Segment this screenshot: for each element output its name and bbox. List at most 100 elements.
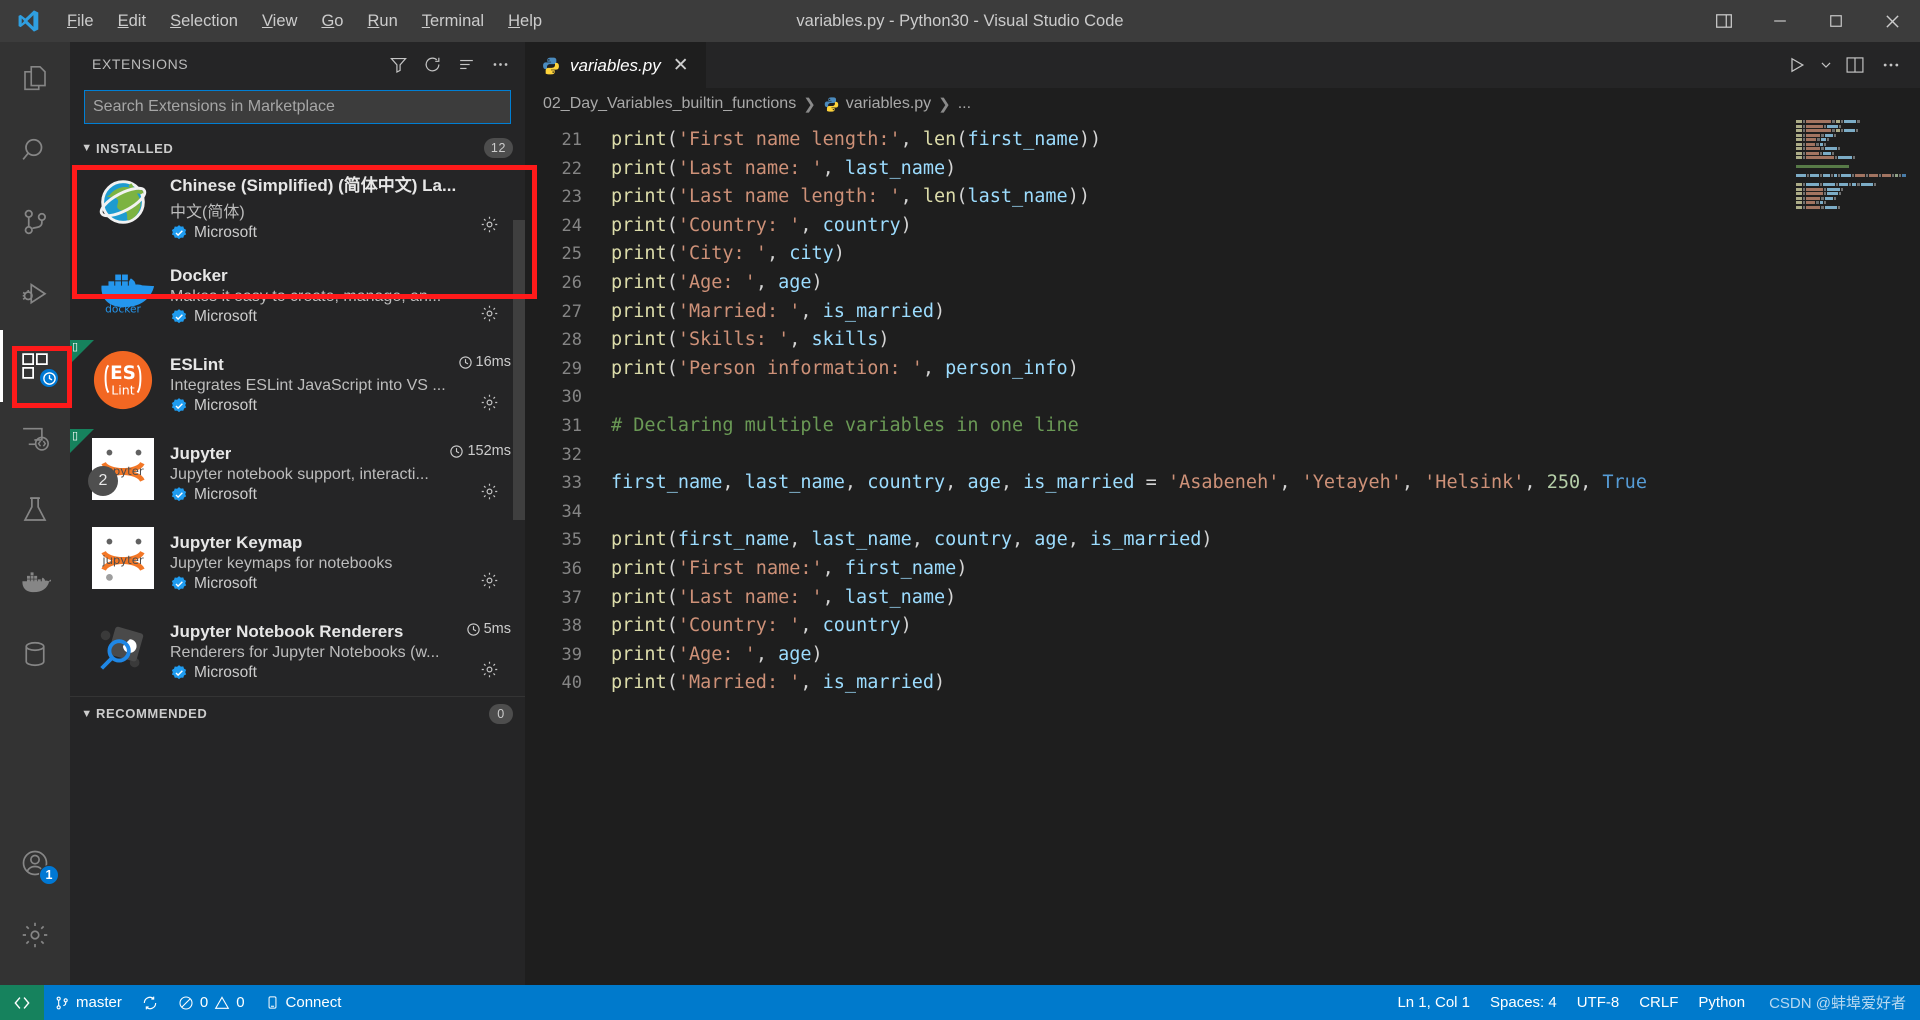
activity-item-explorer[interactable] <box>0 42 70 114</box>
code-line[interactable]: print('Country: ', country) <box>611 612 1920 641</box>
gear-icon[interactable] <box>480 393 499 417</box>
close-button[interactable] <box>1864 0 1920 42</box>
breadcrumb: 02_Day_Variables_builtin_functions ❯ var… <box>525 88 1920 120</box>
section-installed[interactable]: ▼ INSTALLED 12 <box>70 134 525 162</box>
activity-item-source-control[interactable] <box>0 186 70 258</box>
menu-go[interactable]: Go <box>310 7 354 36</box>
gear-icon[interactable] <box>480 304 499 328</box>
code-line[interactable]: # Declaring multiple variables in one li… <box>611 412 1920 441</box>
code-line[interactable]: print('First name length:', len(first_na… <box>611 126 1920 155</box>
sidebar-header: EXTENSIONS <box>70 42 525 86</box>
code-line[interactable]: first_name, last_name, country, age, is_… <box>611 469 1920 498</box>
code-token: , <box>822 586 845 608</box>
customize-layout-button[interactable] <box>1696 0 1752 42</box>
activity-item-database[interactable] <box>0 618 70 690</box>
code-line[interactable] <box>611 498 1920 527</box>
line-number: 31 <box>561 415 582 436</box>
jupyter-icon: jupyter <box>92 527 154 589</box>
sidebar-scrollbar[interactable] <box>513 220 525 520</box>
code-line[interactable] <box>611 383 1920 412</box>
gear-icon[interactable] <box>480 571 499 595</box>
code-line[interactable]: print(first_name, last_name, country, ag… <box>611 526 1920 555</box>
code-content[interactable]: print('First name length:', len(first_na… <box>599 120 1920 985</box>
code-line[interactable]: print('Last name: ', last_name) <box>611 584 1920 613</box>
list-item[interactable]: Jupyter Notebook Renderers 5ms Renderers… <box>70 607 525 696</box>
menu-terminal[interactable]: Terminal <box>411 7 495 36</box>
line-number: 30 <box>561 387 582 408</box>
activity-item-accounts[interactable]: 1 <box>0 827 70 899</box>
menu-bar[interactable]: File Edit Selection View Go Run Terminal… <box>56 7 553 36</box>
extensions-list[interactable]: Chinese (Simplified) (简体中文) La... 中文(简体)… <box>70 162 525 985</box>
status-problems[interactable]: 0 0 <box>168 985 255 1020</box>
close-icon[interactable]: ✕ <box>670 54 692 77</box>
python-icon <box>824 96 839 112</box>
activity-item-testing[interactable] <box>0 474 70 546</box>
gear-icon[interactable] <box>480 215 499 239</box>
activity-item-remote-explorer[interactable] <box>0 402 70 474</box>
activity-item-run-and-debug[interactable] <box>0 258 70 330</box>
verified-badge-icon <box>171 486 187 501</box>
code-token: is_married <box>822 672 935 694</box>
ellipsis-icon[interactable] <box>485 49 515 79</box>
status-language-mode[interactable]: Python <box>1688 994 1755 1011</box>
extension-publisher: Microsoft <box>194 574 257 592</box>
section-recommended[interactable]: ▼ RECOMMENDED 0 <box>70 696 525 730</box>
list-item[interactable]: docker Docker Makes it easy to create, m… <box>70 251 525 340</box>
gear-icon[interactable] <box>480 660 499 684</box>
menu-selection[interactable]: Selection <box>159 7 249 36</box>
menu-file[interactable]: File <box>56 7 105 36</box>
code-line[interactable]: print('City: ', city) <box>611 240 1920 269</box>
split-editor-icon[interactable] <box>1838 48 1872 82</box>
code-token: ) <box>945 586 957 608</box>
breadcrumb-folder[interactable]: 02_Day_Variables_builtin_functions <box>543 95 796 113</box>
status-encoding[interactable]: UTF-8 <box>1567 994 1630 1011</box>
code-line[interactable]: print('Age: ', age) <box>611 269 1920 298</box>
search-input[interactable] <box>84 90 511 124</box>
status-cursor-position[interactable]: Ln 1, Col 1 <box>1387 994 1480 1011</box>
status-eol[interactable]: CRLF <box>1629 994 1688 1011</box>
activity-item-manage-settings[interactable] <box>0 899 70 971</box>
breadcrumb-symbol[interactable]: ... <box>958 95 971 113</box>
activity-item-search[interactable] <box>0 114 70 186</box>
menu-view[interactable]: View <box>251 7 308 36</box>
menu-edit[interactable]: Edit <box>107 7 157 36</box>
code-line[interactable]: print('Person information: ', person_inf… <box>611 355 1920 384</box>
code-line[interactable]: print('Country: ', country) <box>611 212 1920 241</box>
code-line[interactable]: print('Age: ', age) <box>611 641 1920 670</box>
status-branch[interactable]: master <box>44 985 132 1020</box>
status-sync[interactable] <box>132 985 168 1020</box>
code-line[interactable]: print('Married: ', is_married) <box>611 669 1920 698</box>
list-item[interactable]: Chinese (Simplified) (简体中文) La... 中文(简体)… <box>70 162 525 251</box>
filter-icon[interactable] <box>383 49 413 79</box>
activity-item-docker[interactable] <box>0 546 70 618</box>
remote-window-icon[interactable] <box>0 985 44 1020</box>
chevron-down-icon[interactable] <box>1816 48 1836 82</box>
extension-title-row: ESLint 16ms <box>170 354 511 375</box>
code-line[interactable]: print('Married: ', is_married) <box>611 298 1920 327</box>
status-indentation[interactable]: Spaces: 4 <box>1480 994 1567 1011</box>
list-item[interactable]: ▯ jupyter 2 Jupyter 152ms Jupyter notebo… <box>70 429 525 518</box>
maximize-button[interactable] <box>1808 0 1864 42</box>
code-editor[interactable]: 21 22 23 24 25 26 27 28 29 30 31 32 33 34 35 36 37 38 39 40… <box>525 120 1920 985</box>
code-line[interactable] <box>611 441 1920 470</box>
verified-badge-icon <box>171 308 187 323</box>
status-connect[interactable]: Connect <box>255 985 352 1020</box>
activity-item-extensions[interactable] <box>0 330 70 402</box>
list-item[interactable]: jupyter Jupyter Keymap Jupyter keymaps f… <box>70 518 525 607</box>
menu-run[interactable]: Run <box>356 7 408 36</box>
tab-variables-py[interactable]: variables.py ✕ <box>525 42 706 88</box>
clear-icon[interactable] <box>451 49 481 79</box>
breadcrumb-file[interactable]: variables.py <box>823 95 931 113</box>
extension-count-badge: 2 <box>88 466 118 496</box>
menu-help[interactable]: Help <box>497 7 553 36</box>
code-line[interactable]: print('Last name: ', last_name) <box>611 155 1920 184</box>
code-line[interactable]: print('First name:', first_name) <box>611 555 1920 584</box>
code-line[interactable]: print('Skills: ', skills) <box>611 326 1920 355</box>
gear-icon[interactable] <box>480 482 499 506</box>
refresh-icon[interactable] <box>417 49 447 79</box>
play-icon[interactable] <box>1780 48 1814 82</box>
ellipsis-icon[interactable] <box>1874 48 1908 82</box>
minimize-button[interactable] <box>1752 0 1808 42</box>
code-line[interactable]: print('Last name length: ', len(last_nam… <box>611 183 1920 212</box>
list-item[interactable]: ▯ ES Lint ESLint 16ms Integrates ESLint … <box>70 340 525 429</box>
